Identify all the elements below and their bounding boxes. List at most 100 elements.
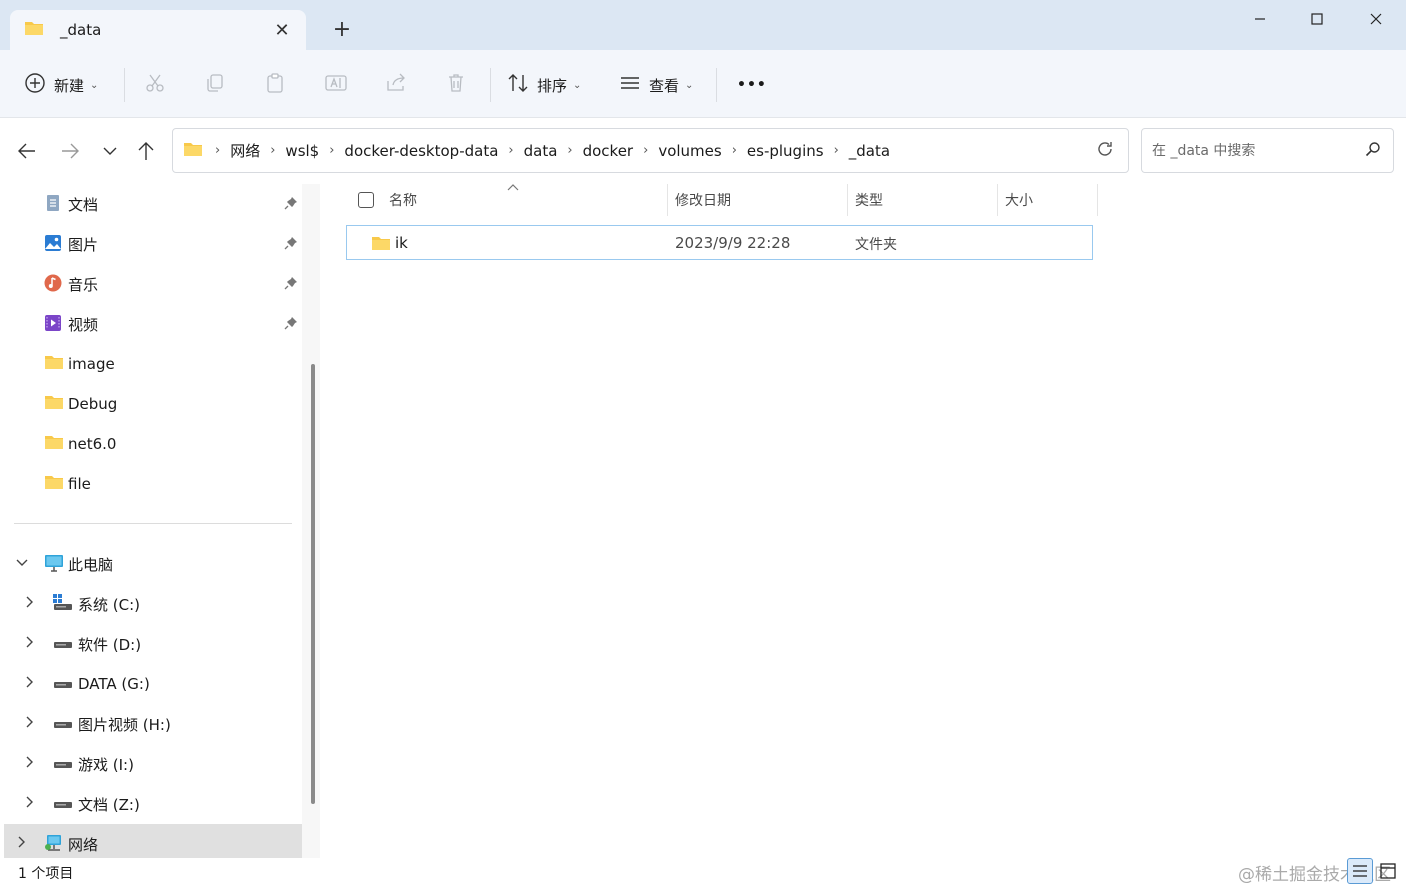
column-divider[interactable]: [997, 184, 998, 216]
trash-icon: [446, 73, 466, 97]
chevron-right-icon[interactable]: [26, 636, 34, 651]
sidebar-item-label: file: [68, 475, 91, 493]
view-button[interactable]: 查看 ⌄: [619, 68, 693, 102]
sidebar-item-documents[interactable]: 文档: [0, 184, 302, 224]
up-button[interactable]: [131, 136, 161, 166]
breadcrumb-es-plugins[interactable]: es-plugins: [747, 142, 824, 160]
column-header-size[interactable]: 大小: [1005, 184, 1095, 216]
more-options-button[interactable]: •••: [737, 68, 767, 102]
chevron-right-icon[interactable]: ›: [834, 143, 839, 158]
refresh-button[interactable]: [1096, 140, 1114, 162]
sort-button[interactable]: 排序 ⌄: [507, 68, 581, 102]
recent-locations-button[interactable]: [95, 136, 125, 166]
chevron-right-icon[interactable]: [26, 676, 34, 691]
tab-title: _data: [60, 21, 102, 39]
chevron-right-icon[interactable]: ›: [270, 143, 275, 158]
column-header-type[interactable]: 类型: [855, 184, 995, 216]
sidebar-item-drive-d[interactable]: 软件 (D:): [0, 624, 302, 664]
large-icons-view-button[interactable]: [1375, 858, 1401, 884]
sidebar-item-drive-c[interactable]: 系统 (C:): [0, 584, 302, 624]
chevron-right-icon[interactable]: [26, 756, 34, 771]
chevron-down-icon[interactable]: [16, 556, 28, 570]
sidebar-item-label: DATA (G:): [78, 675, 150, 693]
pin-icon[interactable]: [284, 316, 298, 334]
rename-button[interactable]: [325, 68, 347, 102]
breadcrumb-docker[interactable]: docker: [583, 142, 634, 160]
search-icon[interactable]: [1365, 141, 1381, 161]
column-header-name[interactable]: 名称: [389, 184, 665, 216]
sidebar-item-label: 文档: [68, 195, 99, 214]
chevron-right-icon[interactable]: ›: [329, 143, 334, 158]
chevron-right-icon[interactable]: ›: [643, 143, 648, 158]
search-box[interactable]: [1141, 128, 1394, 173]
search-input[interactable]: [1152, 142, 1365, 159]
cut-button[interactable]: [145, 68, 165, 102]
sidebar-item-drive-h[interactable]: 图片视频 (H:): [0, 704, 302, 744]
maximize-button[interactable]: [1297, 4, 1337, 34]
sidebar-item-label: 文档 (Z:): [78, 795, 140, 814]
sidebar-item-drive-z[interactable]: 文档 (Z:): [0, 784, 302, 824]
sidebar-item-this-pc[interactable]: 此电脑: [0, 544, 302, 584]
sidebar-item-net6[interactable]: net6.0: [0, 424, 302, 464]
breadcrumb-wsl[interactable]: wsl$: [285, 142, 319, 160]
chevron-right-icon[interactable]: ›: [215, 143, 220, 158]
sidebar-divider: [14, 523, 292, 524]
sidebar-item-network[interactable]: 网络: [4, 824, 302, 858]
sort-label: 排序: [537, 76, 568, 95]
folder-icon: [44, 394, 63, 412]
new-tab-button[interactable]: +: [330, 18, 354, 42]
pin-icon[interactable]: [284, 236, 298, 254]
back-button[interactable]: [12, 136, 42, 166]
chevron-right-icon[interactable]: ›: [567, 143, 572, 158]
sidebar-item-pictures[interactable]: 图片: [0, 224, 302, 264]
chevron-right-icon[interactable]: [18, 836, 26, 851]
column-divider[interactable]: [847, 184, 848, 216]
sidebar-item-file[interactable]: file: [0, 464, 302, 504]
new-button[interactable]: 新建 ⌄: [24, 68, 98, 102]
file-list: 名称 修改日期 类型 大小 ik 2023/9/9 22:28 文件夹: [320, 184, 1406, 858]
breadcrumb-current[interactable]: _data: [849, 142, 890, 160]
tab-data[interactable]: _data ✕: [10, 10, 306, 50]
close-window-button[interactable]: [1356, 4, 1396, 34]
copy-button[interactable]: [205, 68, 225, 102]
chevron-right-icon[interactable]: [26, 716, 34, 731]
column-divider[interactable]: [1097, 184, 1098, 216]
address-bar[interactable]: › 网络 › wsl$ › docker-desktop-data › data…: [172, 128, 1239, 173]
breadcrumb-volumes[interactable]: volumes: [658, 142, 721, 160]
drive-icon: [53, 674, 72, 692]
chevron-down-icon: ⌄: [90, 79, 99, 91]
breadcrumb-data[interactable]: data: [524, 142, 558, 160]
details-view-button[interactable]: [1347, 858, 1373, 884]
sidebar-item-videos[interactable]: 视频: [0, 304, 302, 344]
breadcrumb-network[interactable]: 网络: [230, 140, 260, 161]
column-header-modified[interactable]: 修改日期: [675, 184, 845, 216]
chevron-right-icon[interactable]: [26, 796, 34, 811]
select-all-checkbox[interactable]: [358, 192, 374, 208]
sidebar-item-label: image: [68, 355, 115, 373]
chevron-right-icon[interactable]: [26, 596, 34, 611]
sidebar-item-music[interactable]: 音乐: [0, 264, 302, 304]
pin-icon[interactable]: [284, 196, 298, 214]
file-type: 文件夹: [855, 237, 897, 253]
table-row[interactable]: ik 2023/9/9 22:28 文件夹: [346, 225, 1093, 260]
sidebar-item-drive-i[interactable]: 游戏 (I:): [0, 744, 302, 784]
close-tab-icon[interactable]: ✕: [272, 20, 292, 41]
paste-button[interactable]: [265, 68, 285, 102]
forward-button[interactable]: [55, 136, 85, 166]
folder-icon: [24, 20, 44, 40]
sidebar-item-debug[interactable]: Debug: [0, 384, 302, 424]
sidebar-item-drive-g[interactable]: DATA (G:): [0, 664, 302, 704]
sort-icon: [507, 73, 529, 97]
sidebar-item-image[interactable]: image: [0, 344, 302, 384]
minimize-button[interactable]: [1240, 4, 1280, 34]
folder-icon: [44, 434, 63, 452]
column-divider[interactable]: [667, 184, 668, 216]
delete-button[interactable]: [446, 68, 466, 102]
share-button[interactable]: [385, 68, 407, 102]
chevron-right-icon[interactable]: ›: [508, 143, 513, 158]
breadcrumb-docker-desktop-data[interactable]: docker-desktop-data: [344, 142, 498, 160]
chevron-right-icon[interactable]: ›: [732, 143, 737, 158]
pin-icon[interactable]: [284, 276, 298, 294]
scrollbar-thumb[interactable]: [311, 364, 315, 804]
sidebar-scrollbar[interactable]: [302, 184, 320, 858]
